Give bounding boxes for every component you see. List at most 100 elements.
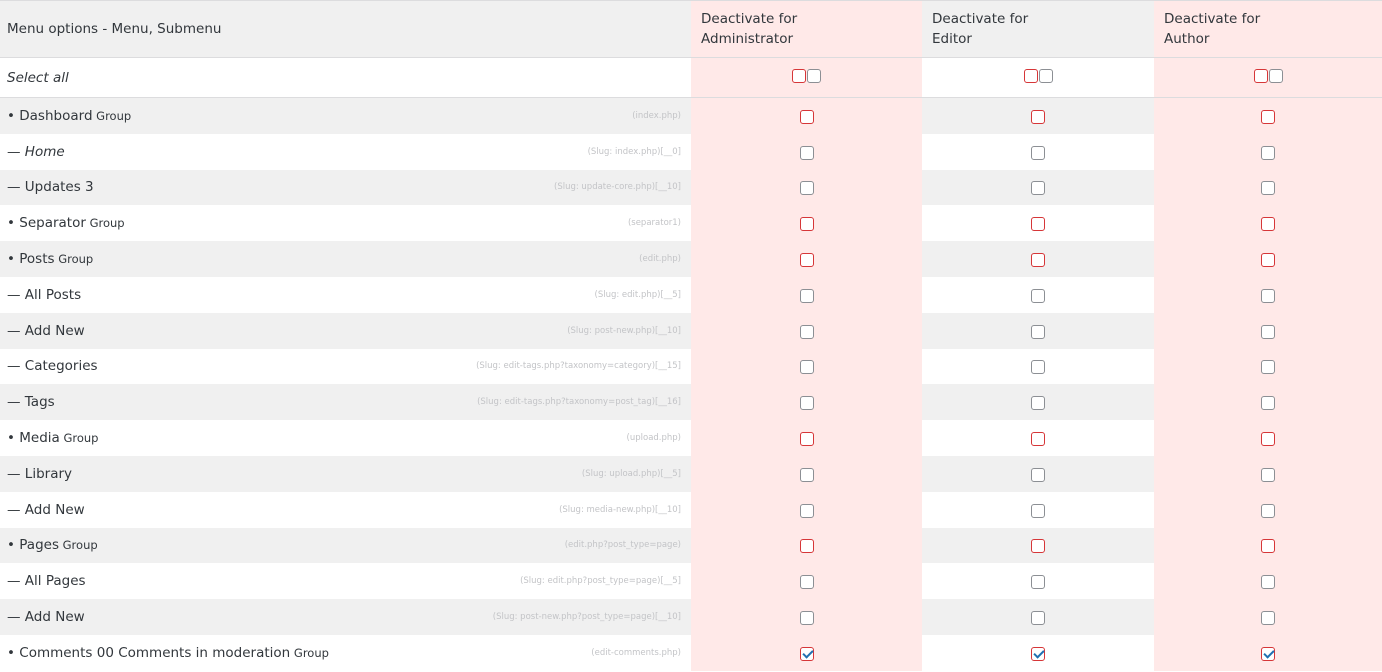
select-all-groups-administrator-checkbox[interactable]	[792, 69, 806, 83]
deactivate-editor-checkbox[interactable]	[1031, 109, 1045, 124]
menu-item-label: — Updates 3	[7, 179, 94, 196]
deactivate-administrator-checkbox[interactable]	[799, 253, 814, 268]
menu-item-label: — Add New	[7, 501, 85, 518]
select-all-groups-author-checkbox[interactable]	[1253, 69, 1268, 83]
table-row: — All Posts (Slug: edit.php)[__5]	[0, 276, 1382, 313]
deactivate-administrator-checkbox[interactable]	[799, 575, 814, 590]
menu-item-slug: (edit-comments.php)	[591, 647, 681, 658]
deactivate-author-checkbox[interactable]	[1261, 324, 1275, 339]
deactivate-author-checkbox[interactable]	[1261, 467, 1275, 482]
menu-item-label: — Library	[7, 465, 73, 482]
table-row: — Categories (Slug: edit-tags.php?taxonom…	[0, 348, 1382, 385]
menu-item-slug: (Slug: edit.php?post_type=page)[__5]	[520, 576, 681, 587]
deactivate-author-checkbox[interactable]	[1261, 217, 1275, 232]
deactivate-editor-checkbox[interactable]	[1031, 288, 1045, 303]
deactivate-administrator-checkbox[interactable]	[799, 611, 814, 626]
deactivate-author-checkbox[interactable]	[1261, 145, 1275, 160]
deactivate-editor-checkbox[interactable]	[1031, 432, 1045, 447]
column-header-administrator: Deactivate for Administrator	[691, 0, 922, 58]
deactivate-author-checkbox[interactable]	[1261, 646, 1275, 661]
menu-item-slug: (edit.php?post_type=page)	[564, 540, 681, 551]
deactivate-author-checkbox[interactable]	[1261, 396, 1275, 411]
deactivate-editor-checkbox[interactable]	[1031, 467, 1045, 482]
deactivate-administrator-checkbox[interactable]	[799, 396, 814, 411]
deactivate-editor-checkbox[interactable]	[1031, 253, 1045, 268]
menu-item-slug: (Slug: edit-tags.php?taxonomy=post_tag)[…	[477, 397, 681, 408]
table-row: • Pages Group (edit.php?post_type=page)	[0, 527, 1382, 564]
deactivate-editor-checkbox[interactable]	[1031, 611, 1045, 626]
deactivate-administrator-checkbox[interactable]	[799, 432, 814, 447]
menu-item-label: — Add New	[7, 609, 85, 626]
table-row: — Updates 3 (Slug: update-core.php)[__10]	[0, 169, 1382, 206]
menu-item-label: — Tags	[7, 394, 55, 411]
table-row: • Separator Group (separator1)	[0, 205, 1382, 242]
menu-item-label: • Pages Group	[7, 537, 98, 554]
deactivate-administrator-checkbox[interactable]	[799, 145, 814, 160]
menu-item-label: • Separator Group	[7, 215, 125, 232]
deactivate-author-checkbox[interactable]	[1261, 575, 1275, 590]
menu-item-slug: (Slug: media-new.php)[__10]	[559, 504, 681, 515]
deactivate-administrator-checkbox[interactable]	[799, 217, 814, 232]
select-all-items-editor-checkbox[interactable]	[1038, 69, 1053, 83]
column-header-editor: Deactivate for Editor	[922, 0, 1154, 58]
menu-item-slug: (Slug: edit.php)[__5]	[594, 289, 681, 300]
select-all-row: Select all	[0, 57, 1382, 98]
deactivate-author-checkbox[interactable]	[1261, 288, 1275, 303]
deactivate-editor-checkbox[interactable]	[1031, 646, 1045, 661]
deactivate-administrator-checkbox[interactable]	[799, 646, 814, 661]
deactivate-administrator-checkbox[interactable]	[799, 539, 814, 554]
deactivate-editor-checkbox[interactable]	[1031, 539, 1045, 554]
table-row: — Add New (Slug: post-new.php)[__10]	[0, 312, 1382, 349]
menu-item-slug: (Slug: index.php)[__0]	[587, 146, 681, 157]
table-row: — Home (Slug: index.php)[__0]	[0, 133, 1382, 170]
deactivate-editor-checkbox[interactable]	[1031, 503, 1045, 518]
deactivate-editor-checkbox[interactable]	[1031, 575, 1045, 590]
table-header-row: Menu options - Menu, Submenu Deactivate …	[0, 0, 1382, 58]
menu-item-slug: (Slug: post-new.php)[__10]	[567, 325, 681, 336]
deactivate-author-checkbox[interactable]	[1261, 253, 1275, 268]
deactivate-author-checkbox[interactable]	[1261, 109, 1275, 124]
deactivate-author-checkbox[interactable]	[1261, 503, 1275, 518]
menu-item-slug: (Slug: update-core.php)[__10]	[554, 182, 681, 193]
menu-item-label: — All Posts	[7, 286, 82, 303]
deactivate-administrator-checkbox[interactable]	[799, 467, 814, 482]
menu-item-slug: (Slug: edit-tags.php?taxonomy=category)[…	[476, 361, 681, 372]
select-all-groups-editor-checkbox[interactable]	[1023, 69, 1038, 83]
deactivate-author-checkbox[interactable]	[1261, 539, 1275, 554]
table-row: — Tags (Slug: edit-tags.php?taxonomy=post…	[0, 384, 1382, 421]
deactivate-administrator-checkbox[interactable]	[799, 181, 814, 196]
deactivate-editor-checkbox[interactable]	[1031, 181, 1045, 196]
deactivate-author-checkbox[interactable]	[1261, 181, 1275, 196]
table-row: — All Pages (Slug: edit.php?post_type=pag…	[0, 563, 1382, 600]
select-all-items-administrator-checkbox[interactable]	[807, 69, 821, 83]
deactivate-editor-checkbox[interactable]	[1031, 145, 1045, 160]
deactivate-author-checkbox[interactable]	[1261, 611, 1275, 626]
deactivate-editor-checkbox[interactable]	[1031, 396, 1045, 411]
deactivate-administrator-checkbox[interactable]	[799, 288, 814, 303]
deactivate-administrator-checkbox[interactable]	[799, 109, 814, 124]
deactivate-author-checkbox[interactable]	[1261, 432, 1275, 447]
deactivate-administrator-checkbox[interactable]	[799, 360, 814, 375]
table-row: — Library (Slug: upload.php)[__5]	[0, 455, 1382, 492]
column-header-author: Deactivate for Author	[1154, 0, 1382, 58]
deactivate-editor-checkbox[interactable]	[1031, 360, 1045, 375]
deactivate-administrator-checkbox[interactable]	[799, 324, 814, 339]
menu-item-label: • Comments 00 Comments in moderation Gro…	[7, 644, 329, 661]
menu-item-slug: (upload.php)	[626, 433, 681, 444]
menu-item-label: • Dashboard Group	[7, 107, 132, 124]
menu-item-label: • Posts Group	[7, 251, 94, 268]
deactivate-author-checkbox[interactable]	[1261, 360, 1275, 375]
menu-item-label: — All Pages	[7, 573, 86, 590]
menu-item-label: — Categories	[7, 358, 98, 375]
menu-item-label: • Media Group	[7, 430, 99, 447]
menu-options-table: Menu options - Menu, Submenu Deactivate …	[0, 0, 1382, 671]
deactivate-editor-checkbox[interactable]	[1031, 324, 1045, 339]
deactivate-editor-checkbox[interactable]	[1031, 217, 1045, 232]
table-row: — Add New (Slug: media-new.php)[__10]	[0, 491, 1382, 528]
table-row: • Dashboard Group (index.php)	[0, 97, 1382, 134]
column-header-menu-options: Menu options - Menu, Submenu	[0, 0, 691, 58]
table-row: • Comments 00 Comments in moderation Gro…	[0, 634, 1382, 671]
deactivate-administrator-checkbox[interactable]	[799, 503, 814, 518]
select-all-items-author-checkbox[interactable]	[1268, 69, 1283, 83]
menu-item-slug: (Slug: post-new.php?post_type=page)[__10…	[492, 612, 681, 623]
